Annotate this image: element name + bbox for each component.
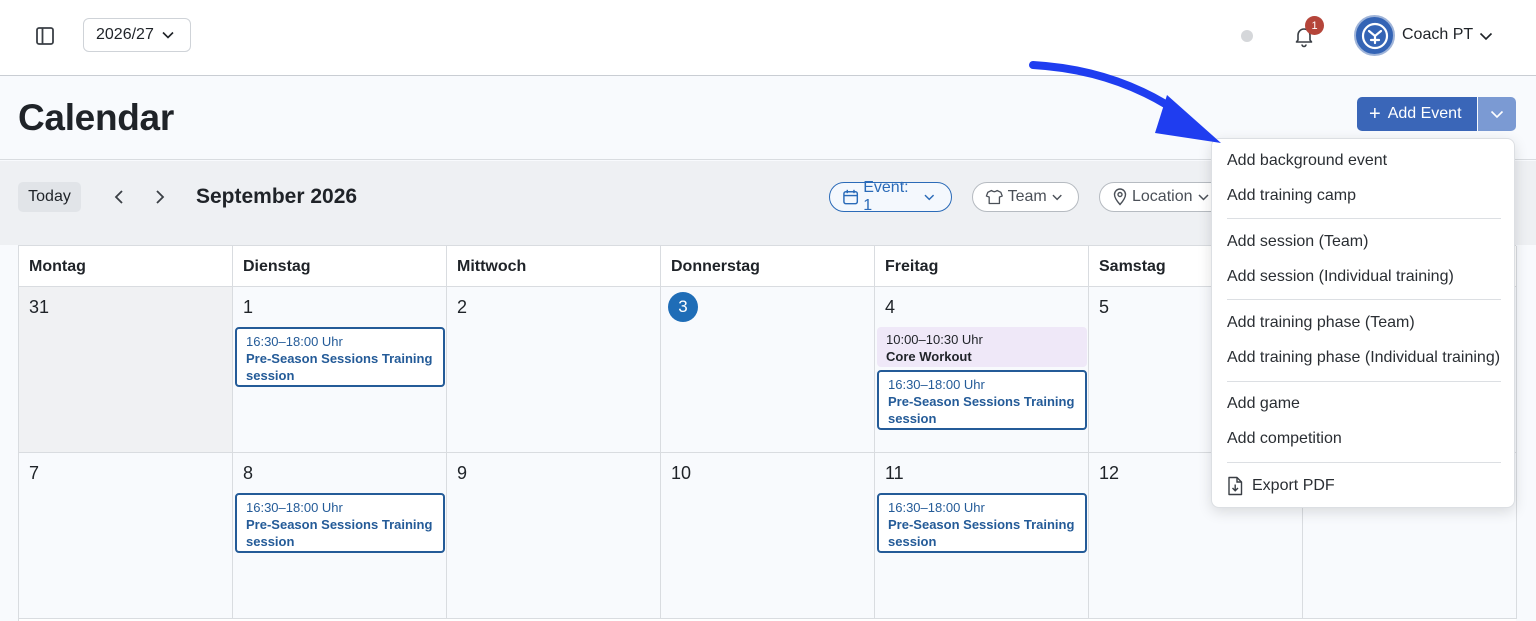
day-number: 8: [243, 463, 254, 483]
menu-item-add-training-phase-team[interactable]: Add training phase (Team): [1227, 314, 1415, 332]
day-cell[interactable]: 3: [661, 287, 875, 453]
plus-icon: +: [1369, 103, 1381, 125]
event-title: Core Workout: [886, 349, 972, 364]
team-filter[interactable]: Team: [972, 182, 1079, 212]
location-filter[interactable]: Location: [1099, 182, 1229, 212]
notification-badge: 1: [1305, 16, 1324, 35]
avatar[interactable]: [1354, 15, 1395, 56]
weekday-header: Dienstag: [233, 246, 447, 287]
event-filter[interactable]: Event: 1: [829, 179, 952, 214]
chevron-down-icon[interactable]: [1479, 28, 1493, 46]
calendar-icon: [843, 189, 859, 205]
weekday-header: Montag: [19, 246, 233, 287]
day-number: 10: [671, 463, 692, 483]
day-cell[interactable]: 8 16:30–18:00 Uhr Pre-Season Sessions Tr…: [233, 453, 447, 619]
day-number: 4: [885, 297, 896, 317]
chevron-down-icon: [1490, 110, 1504, 118]
menu-item-add-game[interactable]: Add game: [1227, 395, 1300, 413]
menu-item-export-pdf[interactable]: Export PDF: [1252, 477, 1335, 495]
chevron-down-icon: [924, 194, 935, 200]
event-time: 16:30–18:00 Uhr: [246, 334, 343, 349]
event-title: Pre-Season Sessions Training session: [246, 517, 433, 549]
event-time: 16:30–18:00 Uhr: [888, 377, 985, 392]
day-number: 2: [457, 297, 468, 317]
menu-item-add-background-event[interactable]: Add background event: [1227, 152, 1387, 170]
chevron-left-icon[interactable]: [110, 187, 130, 207]
calendar-event[interactable]: 16:30–18:00 Uhr Pre-Season Sessions Trai…: [877, 493, 1087, 553]
calendar-event[interactable]: 16:30–18:00 Uhr Pre-Season Sessions Trai…: [235, 493, 445, 553]
chevron-down-icon: [1197, 193, 1209, 201]
page-title: Calendar: [18, 97, 174, 138]
event-title: Pre-Season Sessions Training session: [888, 517, 1075, 549]
menu-divider: [1227, 381, 1501, 382]
weekday-header: Freitag: [875, 246, 1089, 287]
month-label: September 2026: [196, 185, 358, 208]
day-cell[interactable]: 11 16:30–18:00 Uhr Pre-Season Sessions T…: [875, 453, 1089, 619]
calendar-event[interactable]: 10:00–10:30 Uhr Core Workout: [877, 327, 1087, 367]
calendar-event[interactable]: 16:30–18:00 Uhr Pre-Season Sessions Trai…: [235, 327, 445, 387]
day-cell[interactable]: 7: [19, 453, 233, 619]
add-event-menu: Add background event Add training camp A…: [1211, 138, 1515, 508]
menu-divider: [1227, 462, 1501, 463]
user-name[interactable]: Coach PT: [1402, 26, 1473, 44]
weekday-header: Donnerstag: [661, 246, 875, 287]
chevron-down-icon: [162, 26, 174, 44]
day-number: 1: [243, 297, 254, 317]
day-cell[interactable]: 4 10:00–10:30 Uhr Core Workout 16:30–18:…: [875, 287, 1089, 453]
top-bar: 2026/27 1 Coach PT: [0, 0, 1536, 76]
day-number: 31: [29, 297, 50, 317]
day-number: 11: [885, 463, 904, 483]
menu-item-add-training-camp[interactable]: Add training camp: [1227, 187, 1356, 205]
season-select[interactable]: 2026/27: [83, 18, 191, 52]
shirt-icon: [985, 189, 1003, 205]
team-filter-label: Team: [1007, 188, 1047, 205]
menu-divider: [1227, 218, 1501, 219]
menu-item-add-competition[interactable]: Add competition: [1227, 430, 1342, 448]
calendar-event[interactable]: 16:30–18:00 Uhr Pre-Season Sessions Trai…: [877, 370, 1087, 430]
chevron-down-icon: [1052, 194, 1062, 200]
event-time: 16:30–18:00 Uhr: [888, 500, 985, 515]
day-number: 5: [1099, 297, 1110, 317]
location-filter-label: Location: [1132, 188, 1193, 205]
add-event-dropdown-button[interactable]: [1478, 97, 1516, 131]
menu-item-add-session-individual[interactable]: Add session (Individual training): [1227, 268, 1454, 286]
today-button[interactable]: Today: [18, 182, 81, 212]
day-number: 9: [457, 463, 468, 483]
add-event-label: Add Event: [1387, 105, 1462, 122]
day-cell[interactable]: 10: [661, 453, 875, 619]
event-filter-label: Event: 1: [863, 179, 909, 214]
weekday-header: Mittwoch: [447, 246, 661, 287]
event-time: 10:00–10:30 Uhr: [886, 332, 983, 347]
day-number: 12: [1099, 463, 1120, 483]
day-cell[interactable]: 2: [447, 287, 661, 453]
add-event-button[interactable]: + Add Event: [1357, 97, 1477, 131]
today-day-number: 3: [668, 292, 698, 322]
season-select-value: 2026/27: [96, 26, 154, 43]
status-indicator: [1241, 30, 1253, 42]
day-cell[interactable]: 31: [19, 287, 233, 453]
chevron-right-icon[interactable]: [149, 187, 169, 207]
menu-item-add-training-phase-individual[interactable]: Add training phase (Individual training): [1227, 349, 1500, 367]
location-pin-icon: [1113, 188, 1127, 206]
event-title: Pre-Season Sessions Training session: [888, 394, 1075, 426]
event-title: Pre-Season Sessions Training session: [246, 351, 433, 383]
day-cell[interactable]: 9: [447, 453, 661, 619]
file-download-icon: [1227, 476, 1243, 496]
day-cell[interactable]: 1 16:30–18:00 Uhr Pre-Season Sessions Tr…: [233, 287, 447, 453]
day-number: 7: [29, 463, 40, 483]
event-time: 16:30–18:00 Uhr: [246, 500, 343, 515]
menu-item-add-session-team[interactable]: Add session (Team): [1227, 233, 1368, 251]
menu-divider: [1227, 299, 1501, 300]
sidebar-toggle-icon[interactable]: [32, 24, 58, 48]
